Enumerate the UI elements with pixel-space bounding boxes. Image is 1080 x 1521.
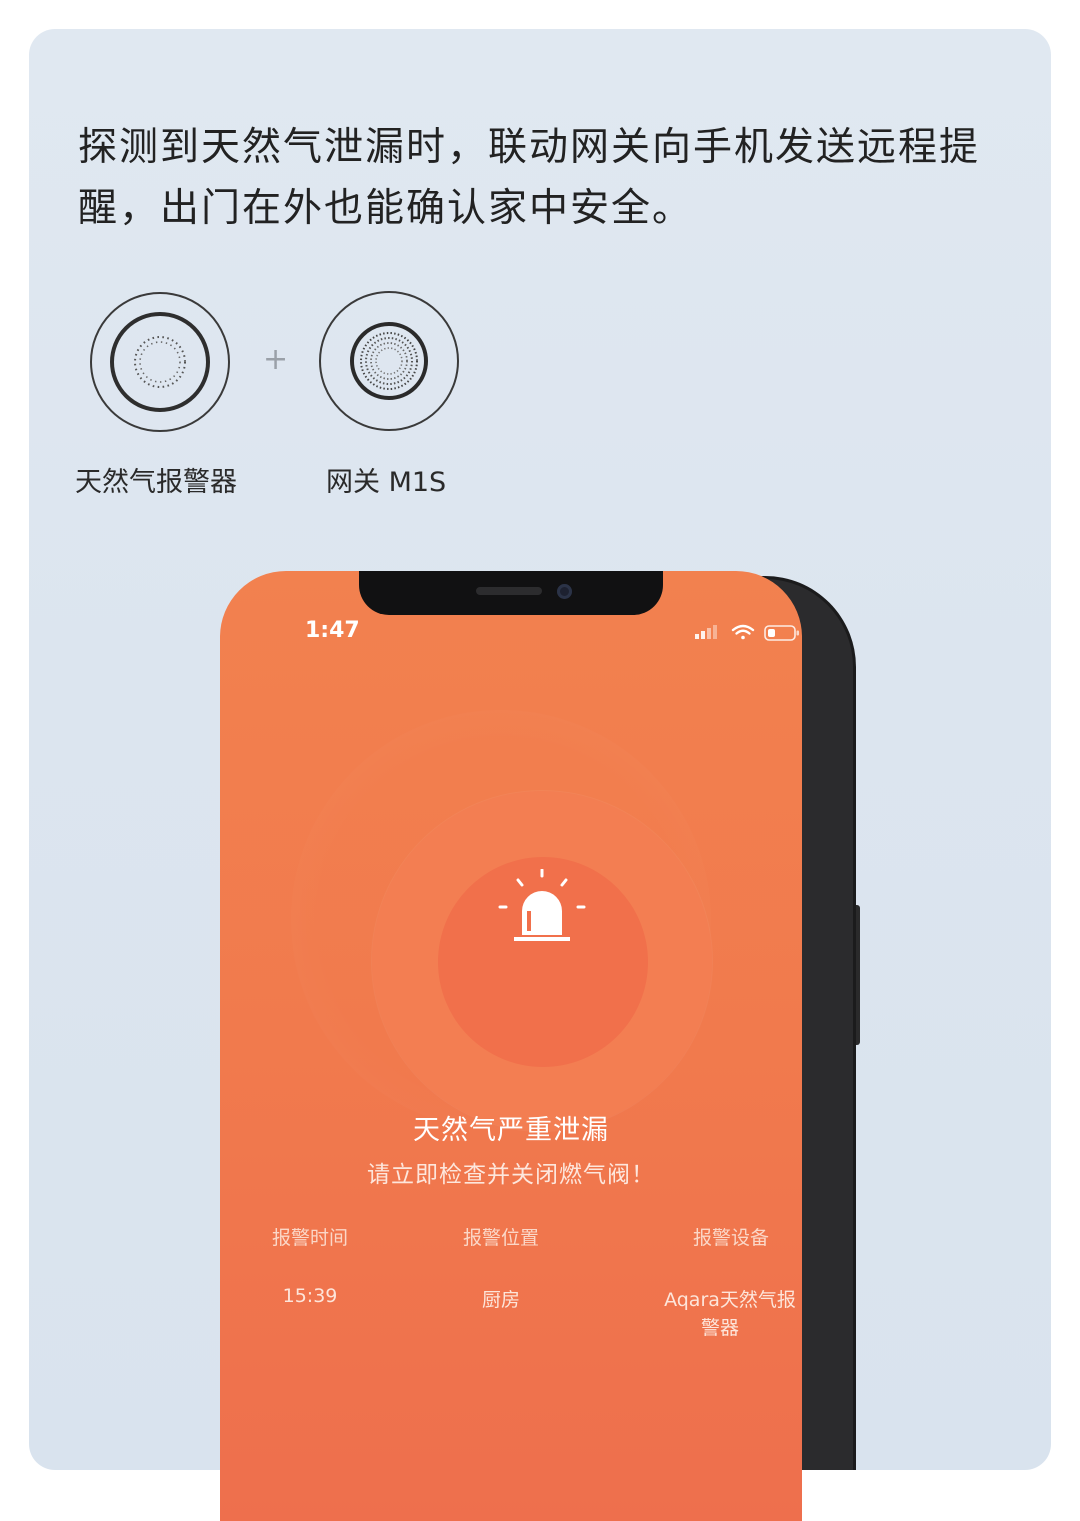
- alarm-time-label: 报警时间: [271, 1227, 348, 1249]
- plus-sign: +: [263, 342, 289, 377]
- gateway-dots: [360, 332, 418, 390]
- status-time: 1:47: [305, 618, 360, 643]
- front-camera: [557, 584, 572, 599]
- gateway-icon: [319, 291, 459, 431]
- alarm-time-value: 15:39: [282, 1285, 338, 1307]
- status-icons: [695, 624, 799, 641]
- headline-text: 探测到天然气泄漏时，联动网关向手机发送远程提醒，出门在外也能确认家中安全。: [78, 125, 981, 231]
- alarm-device-value-line1: Aqara天然气报: [664, 1289, 796, 1311]
- gas-alarm-dots: [134, 336, 186, 388]
- alarm-device-label: 报警设备: [692, 1227, 769, 1249]
- alarm-device-value-line2: 警器: [700, 1317, 739, 1339]
- siren-icon: [498, 869, 586, 941]
- gas-alarm-icon: [90, 292, 230, 432]
- alarm-location-label: 报警位置: [462, 1227, 539, 1249]
- alarm-location-value: 厨房: [481, 1289, 520, 1311]
- alert-title: 天然气严重泄漏: [413, 1115, 609, 1146]
- phone-screen: 1:47 天然气严重泄漏 请立即检查并关闭燃气阀！ 报警时间 报警位置 报警设备…: [220, 571, 802, 1521]
- battery-icon: [764, 625, 799, 641]
- alert-subtitle: 请立即检查并关闭燃气阀！: [367, 1162, 655, 1188]
- cellular-signal-icon: [695, 625, 717, 639]
- gateway-label: 网关 M1S: [326, 467, 447, 498]
- phone-notch: [359, 571, 663, 615]
- power-button: [852, 905, 860, 1045]
- wifi-icon: [731, 624, 755, 640]
- gas-alarm-label: 天然气报警器: [75, 467, 237, 498]
- speaker-grille: [476, 587, 542, 595]
